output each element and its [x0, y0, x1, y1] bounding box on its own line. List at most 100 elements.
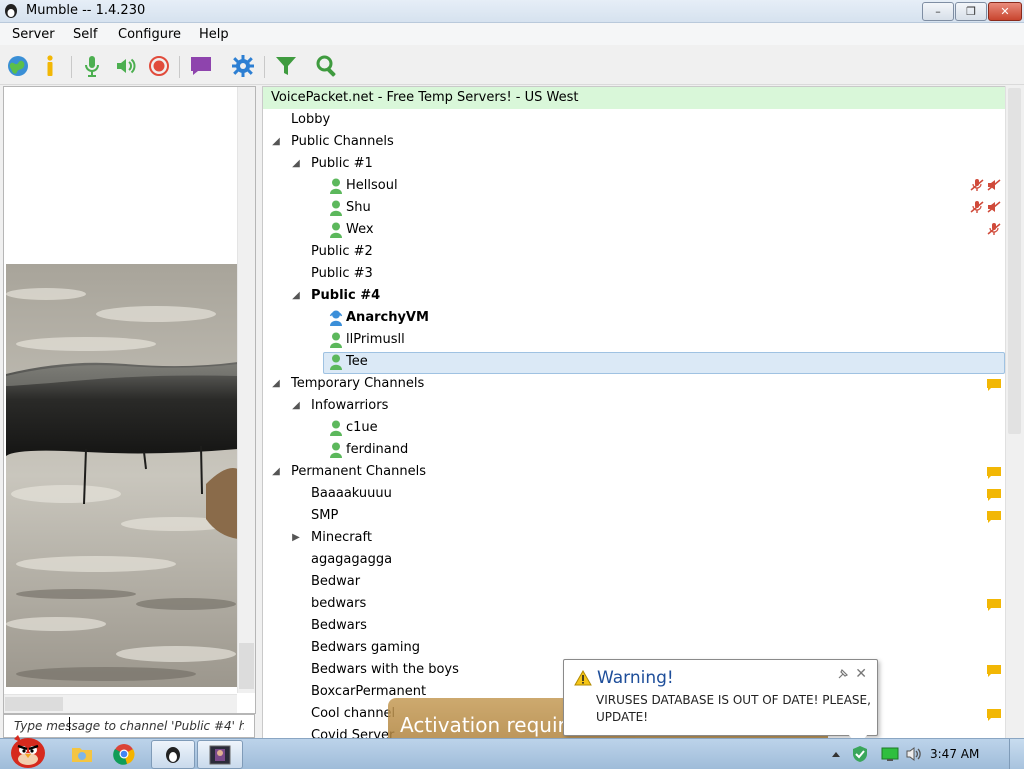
warning-message: VIRUSES DATABASE IS OUT OF DATE! PLEASE,…: [596, 693, 871, 724]
show-desktop-button[interactable]: [1009, 739, 1024, 769]
microphone-icon[interactable]: [80, 54, 104, 78]
log-vertical-scrollbar[interactable]: [237, 87, 255, 693]
expand-arrow-icon[interactable]: ◢: [291, 153, 301, 175]
user-icon: [329, 442, 343, 458]
settings-gear-icon[interactable]: [231, 54, 255, 78]
angry-bird-start-icon[interactable]: [2, 731, 52, 769]
user-row-ferdinand[interactable]: ferdinand: [263, 439, 1005, 461]
speaker-icon[interactable]: [114, 54, 138, 78]
antivirus-shield-icon[interactable]: [851, 745, 869, 763]
channel-row-bedwar[interactable]: Bedwar: [263, 571, 1005, 593]
expand-arrow-icon[interactable]: ◢: [271, 373, 281, 395]
channel-name: Cool channel: [311, 706, 396, 721]
channel-row-baaaakuuuu[interactable]: Baaaakuuuu: [263, 483, 1005, 505]
channel-row-minecraft[interactable]: ▶ Minecraft: [263, 527, 1005, 549]
log-vertical-scroll-thumb[interactable]: [239, 643, 254, 689]
menu-server[interactable]: Server: [12, 27, 55, 42]
minimize-button[interactable]: –: [922, 2, 954, 21]
channel-row-public-3[interactable]: Public #3: [263, 263, 1005, 285]
menu-configure[interactable]: Configure: [118, 27, 181, 42]
title-bar: Mumble -- 1.4.230 – ❐ ✕: [0, 0, 1024, 23]
channel-row-bedwars[interactable]: Bedwars: [263, 615, 1005, 637]
chat-log-pane[interactable]: [3, 86, 256, 714]
user-icon: [329, 200, 343, 216]
channel-name: Public #3: [311, 266, 373, 281]
muted-icon: [970, 178, 984, 192]
maximize-button[interactable]: ❐: [955, 2, 987, 21]
channel-row-public-1[interactable]: ◢ Public #1: [263, 153, 1005, 175]
warning-popup[interactable]: Warning! ✕ VIRUSES DATABASE IS OUT OF DA…: [563, 659, 878, 746]
comment-icon[interactable]: [987, 509, 1001, 523]
expand-arrow-icon[interactable]: ◢: [271, 461, 281, 483]
user-icon: [329, 178, 343, 194]
channel-name: Bedwars with the boys: [311, 662, 459, 677]
window-controls: – ❐ ✕: [922, 2, 1022, 21]
channel-row-permanent-channels[interactable]: ◢ Permanent Channels: [263, 461, 1005, 483]
expand-arrow-icon[interactable]: ◢: [271, 131, 281, 153]
expand-arrow-icon[interactable]: ◢: [291, 395, 301, 417]
search-magnifier-icon[interactable]: [315, 54, 339, 78]
comment-icon[interactable]: [987, 663, 1001, 677]
menu-self[interactable]: Self: [73, 27, 97, 42]
user-status-icons: [970, 178, 1001, 192]
close-button[interactable]: ✕: [988, 2, 1022, 21]
info-icon[interactable]: [38, 54, 62, 78]
channel-tree[interactable]: VoicePacket.net - Free Temp Servers! - U…: [262, 86, 1006, 740]
text-cursor: [69, 717, 70, 731]
network-icon[interactable]: [881, 747, 899, 761]
warning-close-button[interactable]: ✕: [855, 666, 867, 682]
channel-row-temporary-channels[interactable]: ◢ Temporary Channels: [263, 373, 1005, 395]
channel-row-infowarriors[interactable]: ◢ Infowarriors: [263, 395, 1005, 417]
chrome-icon[interactable]: [104, 740, 144, 767]
user-row-llprimusll[interactable]: llPrimusll: [263, 329, 1005, 351]
expand-arrow-icon[interactable]: ◢: [291, 285, 301, 307]
log-horizontal-scrollbar[interactable]: [4, 694, 237, 713]
channel-row-smp[interactable]: SMP: [263, 505, 1005, 527]
clock-time[interactable]: 3:47 AM: [930, 747, 979, 761]
channel-row-public-2[interactable]: Public #2: [263, 241, 1005, 263]
server-row[interactable]: VoicePacket.net - Free Temp Servers! - U…: [263, 87, 1005, 109]
user-icon: [329, 354, 343, 370]
comment-icon[interactable]: [987, 377, 1001, 391]
muted-icon: [987, 222, 1001, 236]
volume-icon[interactable]: [905, 746, 923, 762]
collapsed-arrow-icon[interactable]: ▶: [291, 527, 301, 549]
log-horizontal-scroll-thumb[interactable]: [5, 697, 63, 711]
comment-icon[interactable]: [987, 597, 1001, 611]
menu-bar: Server Self Configure Help: [0, 23, 1024, 45]
filter-funnel-icon[interactable]: [274, 54, 298, 78]
user-icon: [329, 332, 343, 348]
toolbar: [0, 46, 1024, 85]
channel-name: Infowarriors: [311, 398, 389, 413]
user-row-wex[interactable]: Wex: [263, 219, 1005, 241]
taskbar: 3:47 AM: [0, 735, 1024, 769]
user-row-tee[interactable]: Tee: [263, 351, 1005, 374]
tree-vertical-scrollbar[interactable]: [1005, 86, 1023, 738]
comment-icon[interactable]: [987, 465, 1001, 479]
user-row-hellsoul[interactable]: Hellsoul: [263, 175, 1005, 197]
comment-icon[interactable]: [987, 487, 1001, 501]
user-row-anarchyvm[interactable]: AnarchyVM: [263, 307, 1005, 329]
user-row-c1ue[interactable]: c1ue: [263, 417, 1005, 439]
channel-row-public-channels[interactable]: ◢ Public Channels: [263, 131, 1005, 153]
chat-bubble-icon[interactable]: [189, 54, 213, 78]
channel-row-bedwars-gaming[interactable]: Bedwars gaming: [263, 637, 1005, 659]
channel-row-agagagagga[interactable]: agagagagga: [263, 549, 1005, 571]
mumble-taskbar-icon[interactable]: [151, 740, 195, 769]
explorer-folder-icon[interactable]: [62, 740, 102, 767]
record-icon[interactable]: [147, 54, 171, 78]
channel-row-bedwars[interactable]: bedwars: [263, 593, 1005, 615]
toolbar-separator: [179, 56, 180, 78]
channel-row-public-4[interactable]: ◢ Public #4: [263, 285, 1005, 307]
user-row-shu[interactable]: Shu: [263, 197, 1005, 219]
channel-row-lobby[interactable]: Lobby: [263, 109, 1005, 131]
tree-scroll-thumb[interactable]: [1008, 88, 1021, 434]
menu-help[interactable]: Help: [199, 27, 229, 42]
image-viewer-icon[interactable]: [197, 740, 243, 769]
selection-highlight: [323, 352, 1005, 374]
pin-icon[interactable]: [837, 668, 849, 680]
comment-icon[interactable]: [987, 707, 1001, 721]
channel-name: Bedwar: [311, 574, 361, 589]
connect-globe-icon[interactable]: [6, 54, 30, 78]
tray-up-arrow-icon[interactable]: [831, 750, 841, 758]
